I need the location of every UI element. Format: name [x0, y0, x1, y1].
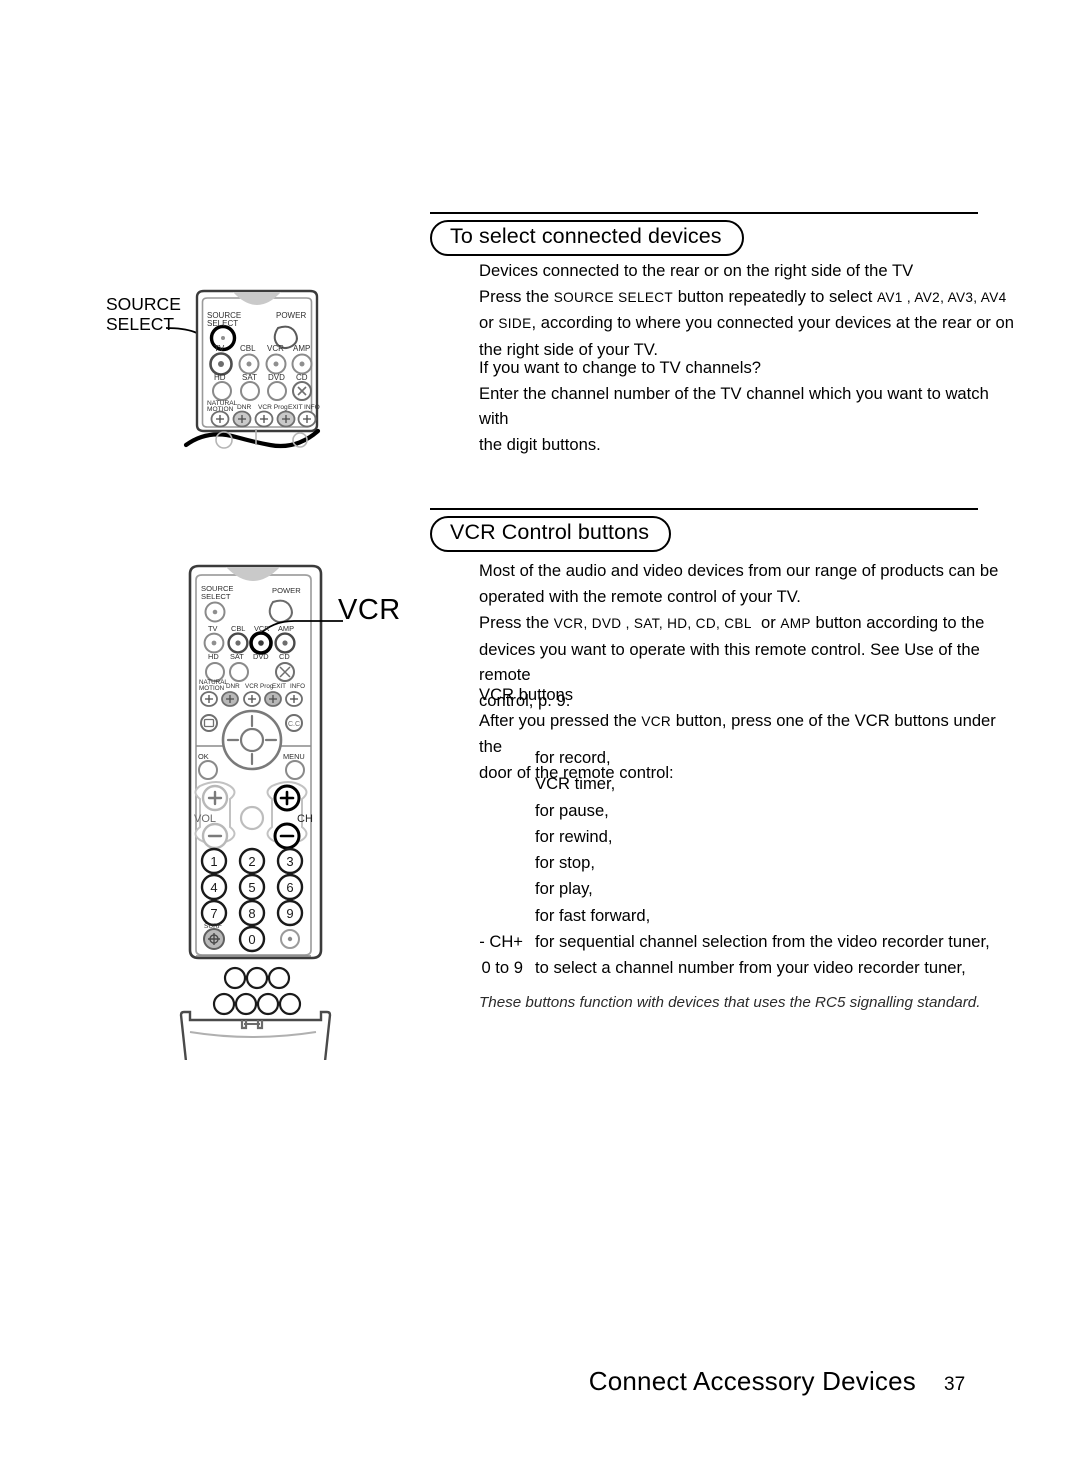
svg-text:SAT: SAT	[242, 373, 257, 382]
svg-text:TV: TV	[214, 344, 225, 353]
vcr-function-row: for play,	[479, 876, 1019, 902]
svg-text:CBL: CBL	[231, 624, 245, 633]
callout-label-source: SOURCE	[106, 294, 181, 314]
svg-text:VOL: VOL	[194, 813, 216, 825]
manual-page: To select connected devices Devices conn…	[0, 0, 1080, 1480]
vcr-function-key: 0 to 9	[481, 958, 523, 978]
svg-text:MOTION: MOTION	[199, 685, 225, 692]
svg-text:INFO: INFO	[290, 683, 305, 690]
vcr-function-row: - CH+ for sequential channel selection fr…	[479, 929, 1019, 955]
illustration-remote-full: SOURCE SELECT POWER TV CBL VCR AMP HD SA…	[168, 560, 343, 1095]
text-run: Most of the audio and video devices from…	[479, 561, 999, 606]
vcr-function-description: for pause,	[535, 800, 609, 820]
vcr-function-description: for stop,	[535, 853, 595, 873]
callout-label-select: SELECT	[106, 314, 174, 334]
svg-text:DVD: DVD	[253, 652, 269, 661]
svg-text:0: 0	[248, 932, 255, 947]
paragraph-change-tv-channels: If you want to change to TV channels? En…	[479, 355, 1019, 458]
svg-text:4: 4	[210, 880, 217, 895]
vcr-function-description: to select a channel number from your vid…	[535, 958, 966, 978]
text-run: , according to where you connected your …	[479, 313, 1014, 360]
vcr-function-row: for rewind,	[479, 824, 1019, 850]
svg-text:TV: TV	[208, 624, 218, 633]
svg-text:AMP: AMP	[293, 344, 310, 353]
text-run: VCR buttons After you pressed the	[479, 685, 637, 730]
svg-text:5: 5	[248, 880, 255, 895]
text-run: If you want to change to TV channels? En…	[479, 358, 989, 455]
svg-text:HD: HD	[208, 652, 219, 661]
text-run: button repeatedly to select	[673, 286, 877, 306]
footnote-rc5: These buttons function with devices that…	[479, 994, 981, 1011]
section-title-pill: VCR Control buttons	[430, 516, 672, 552]
vcr-function-row: for record,	[479, 745, 1019, 771]
vcr-function-row: for stop,	[479, 850, 1019, 876]
text-run: AV1 , AV2, AV3, AV4	[876, 289, 1007, 305]
svg-text:CH: CH	[297, 813, 313, 825]
svg-text:EXIT: EXIT	[288, 404, 303, 411]
vcr-function-row: VCR timer,	[479, 771, 1019, 797]
text-run: VCR, DVD , SAT, HD, CD, CBL	[553, 616, 752, 631]
svg-text:EXIT: EXIT	[272, 683, 286, 690]
vcr-function-description: VCR timer,	[535, 774, 616, 794]
svg-text:OK: OK	[198, 752, 209, 761]
text-run: or	[751, 613, 781, 632]
svg-text:8: 8	[248, 906, 255, 921]
svg-text:CBL: CBL	[240, 344, 256, 353]
svg-text:7: 7	[210, 906, 217, 921]
svg-text:6: 6	[286, 880, 293, 895]
svg-text:2: 2	[248, 854, 255, 869]
vcr-function-description: for sequential channel selection from th…	[535, 932, 990, 952]
svg-text:DNR: DNR	[237, 404, 252, 411]
section-title-pill: To select connected devices	[430, 220, 744, 256]
svg-text:1: 1	[210, 854, 217, 869]
svg-text:HD: HD	[214, 373, 226, 382]
vcr-function-key: - CH+	[479, 932, 523, 952]
svg-text:9: 9	[286, 906, 293, 921]
svg-text:SELECT: SELECT	[201, 592, 231, 601]
svg-text:POWER: POWER	[276, 311, 306, 320]
header-rule	[430, 212, 978, 214]
text-run: Devices connected to the rear or on the …	[479, 261, 914, 280]
text-run: Press the	[479, 613, 554, 632]
page-footer: Connect Accessory Devices 37	[0, 1366, 978, 1397]
page-number: 37	[944, 1374, 966, 1395]
svg-text:DNR: DNR	[226, 683, 240, 690]
text-run: SOURCE SELECT	[553, 289, 674, 305]
section-title-text: VCR Control buttons	[450, 520, 650, 545]
illustration-remote-top: SOURCE SELECT SOURCE SELECT POWER TV CBL…	[104, 285, 350, 465]
footer-title: Connect Accessory Devices	[588, 1366, 916, 1396]
svg-text:CD: CD	[279, 652, 290, 661]
svg-text:VCR Prog: VCR Prog	[245, 683, 274, 690]
svg-text:MENU: MENU	[283, 752, 305, 761]
svg-text:VCR: VCR	[267, 344, 284, 353]
svg-text:VCR Prog: VCR Prog	[258, 404, 288, 411]
svg-text:SELECT: SELECT	[207, 319, 238, 328]
text-run: or	[479, 313, 494, 333]
text-run: AMP	[780, 616, 811, 631]
vcr-function-row: 0 to 9 to select a channel number from yo…	[479, 955, 1019, 981]
svg-text:INFO: INFO	[304, 404, 320, 411]
text-run: VCR	[641, 713, 672, 729]
vcr-function-description: for play,	[535, 879, 593, 899]
vcr-function-description: for fast forward,	[535, 905, 651, 925]
paragraph-most-devices: Most of the audio and video devices from…	[479, 558, 1009, 609]
svg-text:DVD: DVD	[268, 373, 285, 382]
svg-text:SAT: SAT	[230, 652, 244, 661]
text-run: SIDE	[498, 316, 532, 332]
vcr-function-list: for record, VCR timer, for pause, for rewin…	[479, 745, 1019, 982]
svg-text:AMP: AMP	[278, 624, 294, 633]
section-title-text: To select connected devices	[450, 224, 722, 249]
vcr-function-description: for rewind,	[535, 826, 613, 846]
svg-text:3: 3	[286, 854, 293, 869]
svg-text:CD: CD	[296, 373, 308, 382]
header-rule	[430, 508, 978, 510]
paragraph-devices-connected: Devices connected to the rear or on the …	[479, 258, 1019, 363]
svg-text:C.C: C.C	[288, 721, 300, 728]
vcr-function-row: for pause,	[479, 798, 1019, 824]
vcr-function-row: for fast forward,	[479, 903, 1019, 929]
callout-label-vcr: VCR	[338, 594, 401, 626]
vcr-function-description: for record,	[535, 748, 611, 767]
svg-text:POWER: POWER	[272, 586, 301, 595]
text-run: Press the	[479, 286, 554, 306]
